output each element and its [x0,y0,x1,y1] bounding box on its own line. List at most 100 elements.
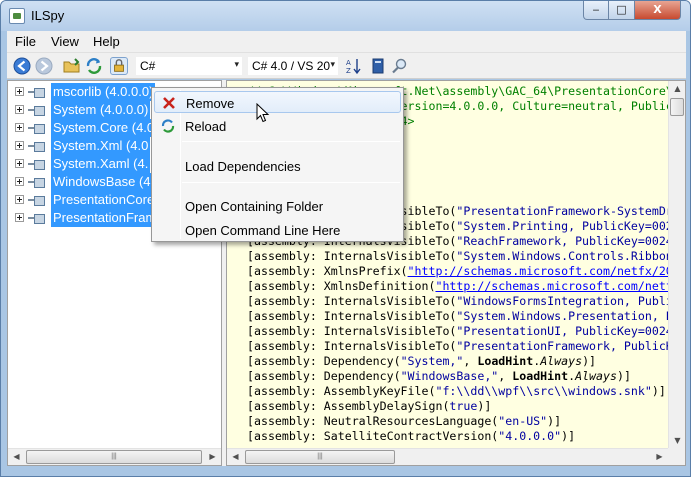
sort-az-icon[interactable]: A Z [345,57,363,75]
code-token: [assembly: AssemblyDelaySign( [247,399,450,413]
code-token: LoadHint [512,369,569,383]
context-menu-reload[interactable]: Reload [154,115,401,137]
code-link[interactable]: "http://schemas.microsoft.com/netfx/20 [408,264,670,278]
code-token: [assembly: Dependency( [247,354,401,368]
context-menu-load-dependencies[interactable]: Load Dependencies [154,155,401,177]
menu-file[interactable]: File [15,34,36,49]
code-token: [assembly: XmlnsDefinition( [247,279,436,293]
size-grip [668,448,685,465]
menu-view[interactable]: View [51,34,79,49]
book-icon[interactable] [369,57,387,75]
code-vertical-scrollbar[interactable]: ▲ ▼ [668,81,685,449]
expand-plus-icon[interactable] [15,141,24,150]
assembly-icon [28,106,45,116]
expand-plus-icon[interactable] [15,123,24,132]
show-internal-api-icon[interactable] [110,57,128,75]
toolbar: C# ▾ C# 4.0 / VS 20 ▾ A Z [7,53,686,79]
code-token: )] [616,369,631,383]
forward-arrow-icon[interactable] [35,57,53,75]
search-icon[interactable] [391,57,409,75]
minimize-button[interactable]: ‒ [583,1,609,20]
code-line: [assembly: InternalsVisibleTo("Presentat… [247,324,670,339]
assembly-icon [28,88,45,98]
scroll-right-icon[interactable]: ▶ [204,449,221,465]
scroll-thumb[interactable] [670,98,684,116]
code-token: "System.Windows.Controls.Ribbon [456,249,670,263]
code-token: , [463,354,478,368]
code-token: , [498,369,513,383]
expand-plus-icon[interactable] [15,87,24,96]
tree-item-label[interactable]: PresentationFram [51,209,159,227]
language-version-dropdown[interactable]: C# 4.0 / VS 20 ▾ [247,56,339,76]
tree-item-label[interactable]: System (4.0.0.0) [51,101,151,119]
scroll-left-icon[interactable]: ◀ [227,449,244,465]
scroll-right-icon[interactable]: ▶ [651,449,668,465]
expand-plus-icon[interactable] [15,213,24,222]
expand-plus-icon[interactable] [15,159,24,168]
code-token: "System.Printing, PublicKey=002 [456,219,670,233]
svg-text:A: A [346,59,351,67]
code-token: [assembly: Dependency( [247,369,401,383]
reload-icon [161,119,175,133]
scroll-thumb[interactable]: ||| [26,450,202,464]
expand-plus-icon[interactable] [15,105,24,114]
tree-item-label[interactable]: WindowsBase (4. [51,173,157,191]
language-value: C# [140,59,156,73]
menu-separator [182,182,400,183]
scroll-left-icon[interactable]: ◀ [8,449,25,465]
code-line: [assembly: AssemblyKeyFile("f:\\dd\\wpf\… [247,384,666,399]
code-token: )] [582,354,597,368]
code-token: true [449,399,478,413]
title-bar[interactable]: ILSpy ‒ □ X [1,1,690,31]
code-token: "en-US" [498,414,548,428]
scroll-up-icon[interactable]: ▲ [669,81,685,97]
code-token: "PresentationFramework, PublicK [456,339,670,353]
scroll-thumb[interactable]: ||| [245,450,395,464]
code-line: [assembly: InternalsVisibleTo("WindowsFo… [247,294,670,309]
code-token: "f:\\dd\\wpf\\src\\windows.snk" [435,384,652,398]
language-version-value: C# 4.0 / VS 20 [252,59,331,73]
back-arrow-icon[interactable] [13,57,31,75]
code-token: [assembly: AssemblyKeyFile( [247,384,436,398]
code-line: [assembly: Dependency("System,", LoadHin… [247,354,596,369]
assembly-icon [28,142,45,152]
assembly-icon [28,124,45,134]
expand-plus-icon[interactable] [15,177,24,186]
code-token: [assembly: InternalsVisibleTo( [247,249,457,263]
context-menu-open-command-line[interactable]: Open Command Line Here [154,219,401,241]
svg-text:Z: Z [346,67,351,75]
refresh-icon[interactable] [85,57,103,75]
scroll-down-icon[interactable]: ▼ [669,433,685,449]
code-line: [assembly: InternalsVisibleTo("Presentat… [247,339,670,354]
expand-plus-icon[interactable] [15,195,24,204]
code-token: [assembly: InternalsVisibleTo( [247,294,457,308]
tree-item-label[interactable]: System.Xaml (4. [51,155,151,173]
code-link[interactable]: "http://schemas.microsoft.com/netf [435,279,670,293]
tree-item-label[interactable]: System.Core (4.0 [51,119,157,137]
maximize-button[interactable]: □ [609,1,635,20]
tree-item-label[interactable]: PresentationCore [51,191,157,209]
tree-item-label[interactable]: mscorlib (4.0.0.0) [51,83,156,101]
ilspy-window: ILSpy ‒ □ X File View Help C# ▾ C# 4.0 /… [0,0,691,477]
context-menu-open-containing-folder[interactable]: Open Containing Folder [154,195,401,217]
context-menu-label: Open Command Line Here [185,223,341,238]
code-horizontal-scrollbar[interactable]: ◀ ||| ▶ [227,448,668,465]
code-token: "WindowsBase," [400,369,499,383]
code-token: [assembly: SatelliteContractVersion( [247,429,499,443]
code-line: [assembly: AssemblyDelaySign(true)] [247,399,491,414]
code-token: [assembly: InternalsVisibleTo( [247,339,457,353]
remove-x-icon [163,97,175,109]
context-menu-remove[interactable]: Remove [154,91,401,113]
code-line: [assembly: InternalsVisibleTo("System.Wi… [247,309,670,324]
code-token: LoadHint [477,354,534,368]
tree-horizontal-scrollbar[interactable]: ◀ ||| ▶ [8,448,221,465]
open-folder-icon[interactable] [63,57,81,75]
language-dropdown[interactable]: C# ▾ [135,56,243,76]
chevron-down-icon: ▾ [330,60,335,70]
chevron-down-icon: ▾ [234,60,239,70]
tree-item-label[interactable]: System.Xml (4.0 [51,137,151,155]
code-line: [assembly: XmlnsDefinition("http://schem… [247,279,670,294]
menu-help[interactable]: Help [93,34,120,49]
close-button[interactable]: X [635,1,681,20]
assembly-icon [28,214,45,224]
